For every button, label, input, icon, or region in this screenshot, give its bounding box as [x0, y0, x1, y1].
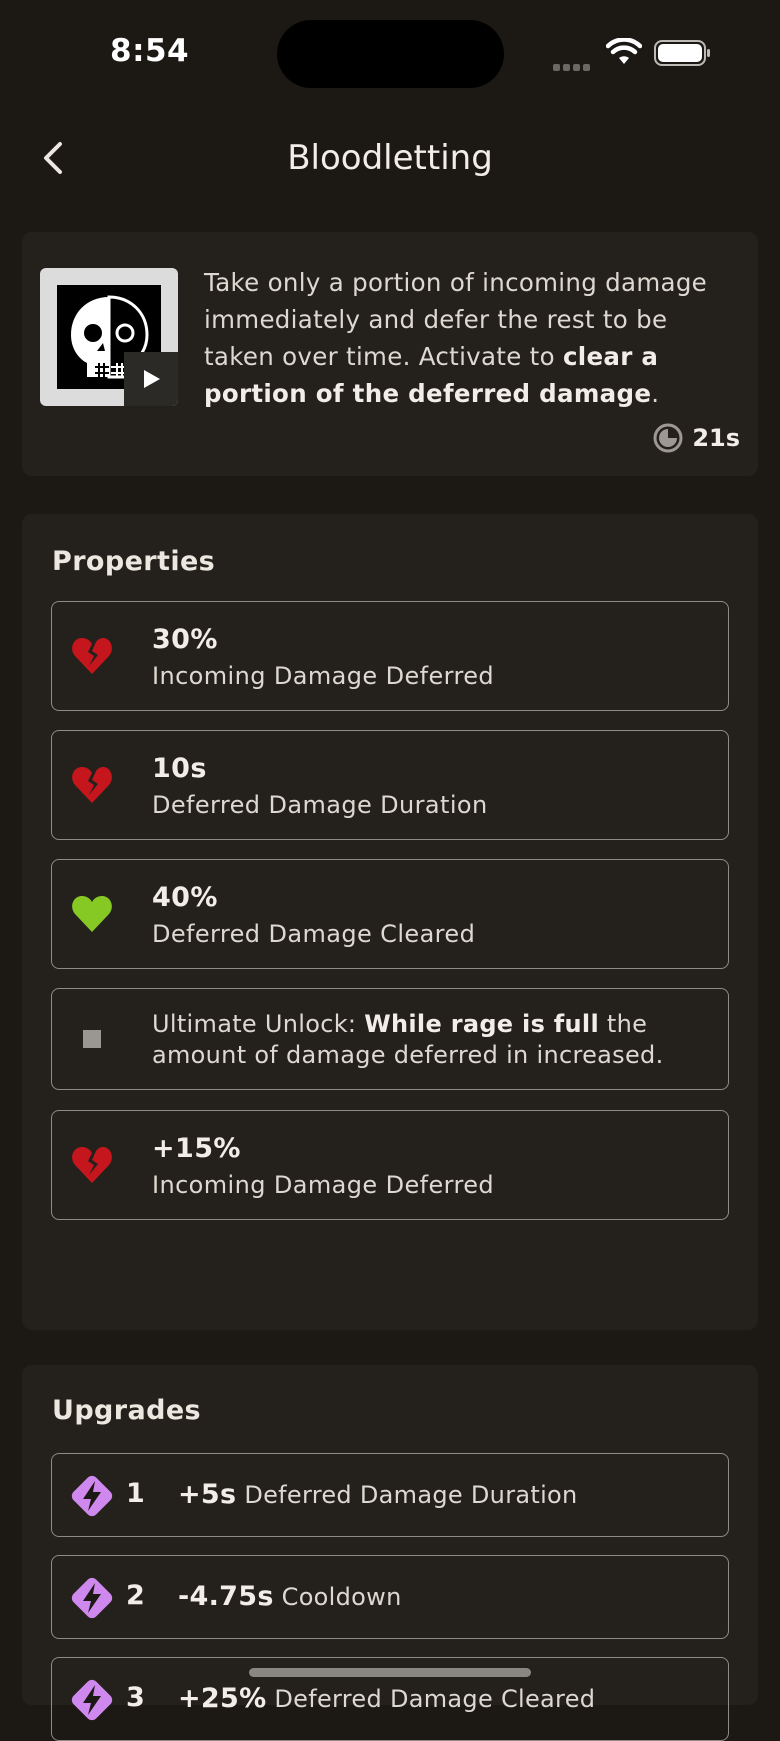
cooldown-indicator: 21s	[652, 422, 740, 454]
status-time: 8:54	[110, 33, 190, 69]
property-label: Incoming Damage Deferred	[152, 662, 495, 690]
heart-icon	[70, 892, 114, 936]
ultimate-prefix: Ultimate Unlock:	[152, 1010, 365, 1038]
ultimate-unlock-text: Ultimate Unlock: While rage is full the …	[152, 1009, 712, 1071]
property-label: Incoming Damage Deferred	[152, 1171, 495, 1199]
cellular-signal-icon	[553, 56, 595, 71]
upgrade-amount: +25%	[178, 1683, 267, 1714]
upgrade-label: Deferred Damage Cleared	[266, 1685, 596, 1713]
upgrade-number: 2	[126, 1580, 145, 1611]
property-value: +15%	[152, 1133, 241, 1164]
upgrades-title: Upgrades	[52, 1395, 202, 1426]
ability-description: Take only a portion of incoming damage i…	[204, 264, 734, 412]
play-icon	[144, 370, 160, 388]
dynamic-island	[277, 20, 504, 88]
upgrades-card: Upgrades 1 +5s Deferred Damage Duration …	[22, 1365, 758, 1741]
property-row: +15% Incoming Damage Deferred	[51, 1110, 729, 1220]
property-row: 40% Deferred Damage Cleared	[51, 859, 729, 969]
upgrade-text: +5s Deferred Damage Duration	[178, 1479, 578, 1510]
upgrade-number: 1	[126, 1478, 145, 1509]
property-row: 10s Deferred Damage Duration	[51, 730, 729, 840]
play-button[interactable]	[124, 352, 178, 406]
upgrade-label: Cooldown	[273, 1583, 402, 1611]
property-row: 30% Incoming Damage Deferred	[51, 601, 729, 711]
ultimate-highlight: While rage is full	[364, 1010, 599, 1038]
property-label: Deferred Damage Duration	[152, 791, 488, 819]
home-indicator[interactable]	[249, 1668, 531, 1677]
properties-title: Properties	[52, 546, 216, 577]
wifi-icon	[605, 37, 643, 70]
properties-card: Properties 30% Incoming Damage Deferred …	[22, 514, 758, 1330]
lightning-icon	[71, 1475, 113, 1517]
battery-icon	[654, 40, 711, 66]
ultimate-unlock-row: Ultimate Unlock: While rage is full the …	[51, 988, 729, 1090]
ability-video-thumbnail[interactable]	[40, 268, 178, 406]
property-value: 10s	[152, 753, 207, 784]
upgrade-amount: +5s	[178, 1479, 237, 1510]
cooldown-value: 21s	[692, 424, 740, 452]
status-bar: 8:54	[0, 0, 780, 110]
property-value: 30%	[152, 624, 218, 655]
description-end: .	[651, 379, 660, 408]
page-title: Bloodletting	[287, 138, 493, 178]
property-label: Deferred Damage Cleared	[152, 920, 476, 948]
upgrade-row[interactable]: 1 +5s Deferred Damage Duration	[51, 1453, 729, 1537]
cooldown-clock-icon	[653, 423, 683, 453]
ability-description-card: Take only a portion of incoming damage i…	[22, 232, 758, 476]
upgrade-label: Deferred Damage Duration	[236, 1481, 578, 1509]
lightning-icon	[71, 1577, 113, 1619]
broken-heart-icon	[70, 763, 114, 807]
broken-heart-icon	[70, 634, 114, 678]
upgrade-text: +25% Deferred Damage Cleared	[178, 1683, 595, 1714]
broken-heart-icon	[70, 1143, 114, 1187]
upgrade-row[interactable]: 2 -4.75s Cooldown	[51, 1555, 729, 1639]
upgrade-text: -4.75s Cooldown	[178, 1581, 402, 1612]
upgrade-amount: -4.75s	[178, 1581, 274, 1612]
square-icon	[70, 1017, 114, 1061]
lightning-icon	[71, 1679, 113, 1721]
navigation-bar: Bloodletting	[0, 118, 780, 198]
property-value: 40%	[152, 882, 218, 913]
upgrade-number: 3	[126, 1682, 145, 1713]
